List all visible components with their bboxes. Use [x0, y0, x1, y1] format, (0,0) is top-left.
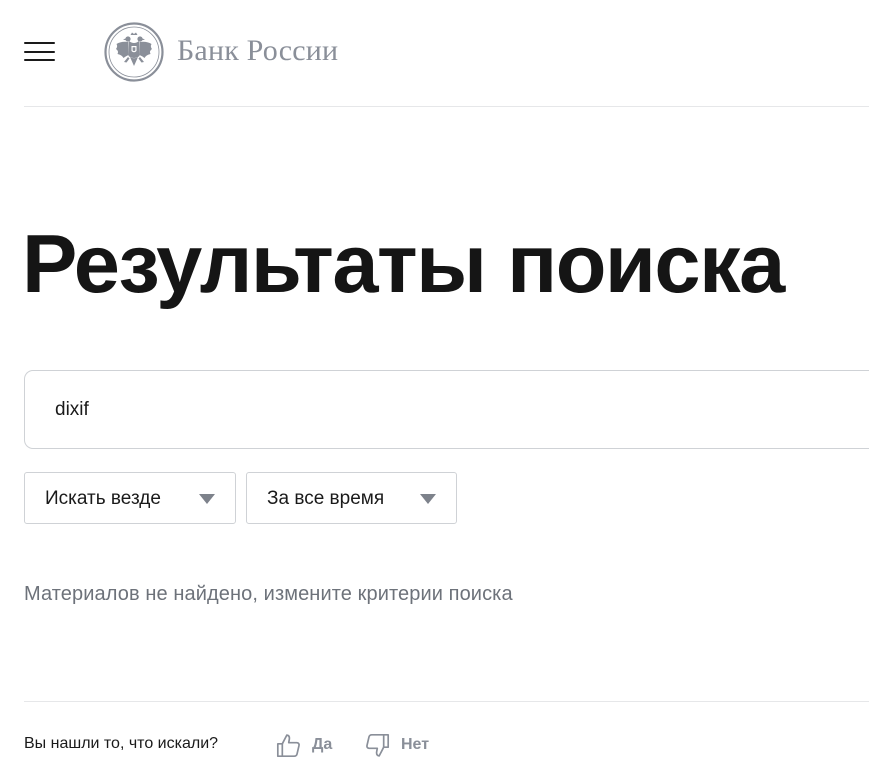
feedback-no-label: Нет — [401, 736, 430, 753]
search-scope-dropdown[interactable]: Искать везде — [24, 472, 236, 524]
site-header: Банк России — [0, 0, 869, 106]
no-results-message: Материалов не найдено, измените критерии… — [24, 583, 513, 605]
menu-line — [24, 42, 55, 45]
search-results-page: Банк России Результаты поиска Искать вез… — [0, 0, 869, 782]
feedback-yes-label: Да — [312, 736, 333, 753]
search-period-label: За все время — [267, 488, 385, 509]
double-headed-eagle-emblem — [104, 22, 164, 82]
hamburger-menu-icon[interactable] — [24, 40, 55, 64]
thumbs-up-icon — [276, 733, 300, 757]
thumbs-down-icon — [366, 733, 390, 757]
menu-line — [24, 50, 55, 53]
search-scope-label: Искать везде — [45, 488, 161, 509]
search-input[interactable] — [55, 395, 835, 425]
search-period-dropdown[interactable]: За все время — [246, 472, 457, 524]
chevron-down-icon — [420, 494, 436, 504]
header-divider — [24, 106, 869, 107]
feedback-question: Вы нашли то, что искали? — [24, 735, 219, 752]
page-title: Результаты поиска — [22, 217, 785, 310]
search-box — [24, 370, 869, 449]
logo-text: Банк России — [177, 34, 339, 67]
chevron-down-icon — [199, 494, 215, 504]
bank-logo-link[interactable]: Банк России — [104, 22, 338, 82]
feedback-yes-button[interactable]: Да — [275, 729, 332, 761]
menu-line — [24, 59, 55, 62]
feedback-divider — [24, 701, 869, 702]
feedback-no-button[interactable]: Нет — [364, 729, 429, 761]
